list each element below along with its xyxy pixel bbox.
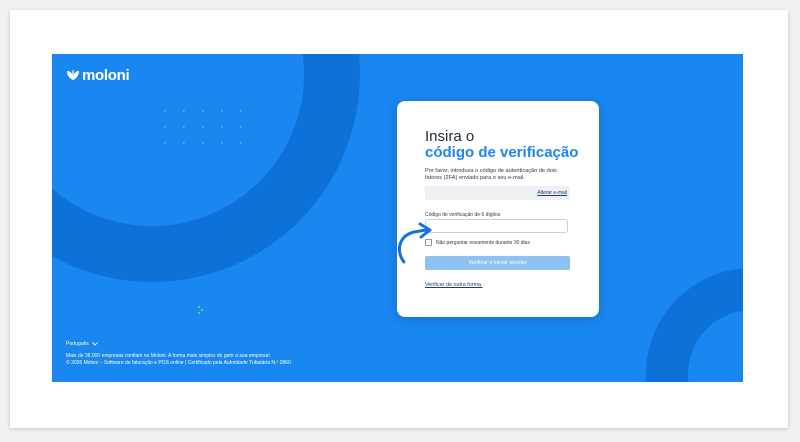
change-email-link[interactable]: Alterar e-mail bbox=[537, 190, 567, 196]
verification-code-input[interactable] bbox=[425, 219, 568, 233]
code-field-label: Código de verificação de 6 dígitos bbox=[425, 212, 501, 218]
moloni-logo: moloni bbox=[66, 66, 130, 84]
moloni-flower-icon bbox=[67, 69, 79, 80]
deco-ring-right bbox=[646, 268, 743, 382]
remember-device-row[interactable]: Não perguntar novamente durante 30 dias bbox=[425, 239, 530, 246]
footer-tagline: Mais de 38.000 empresas confiam no Molon… bbox=[66, 353, 270, 359]
verify-other-way-link[interactable]: Verificar de outra forma. bbox=[425, 282, 483, 288]
deco-ring-left bbox=[52, 54, 360, 282]
page-title-line2: código de verificação bbox=[425, 144, 579, 161]
dot-grid-decoration bbox=[164, 110, 242, 144]
remember-label: Não perguntar novamente durante 30 dias bbox=[436, 239, 530, 246]
chevron-down-icon bbox=[91, 342, 98, 346]
logo-wordmark: moloni bbox=[82, 66, 130, 84]
annotation-arrow-icon bbox=[397, 222, 432, 264]
footer-text: Mais de 38.000 empresas confiam no Molon… bbox=[66, 353, 291, 367]
verify-login-button[interactable]: Verificar e iniciar sessão bbox=[425, 256, 570, 270]
language-label: Português bbox=[66, 341, 89, 347]
verification-card: Insira o código de verificação Por favor… bbox=[397, 101, 599, 317]
language-selector[interactable]: Português bbox=[66, 341, 98, 347]
email-display-bar: Alterar e-mail bbox=[425, 186, 570, 200]
small-pattern-decoration bbox=[198, 306, 203, 314]
footer-copyright: © 2026 Moloni – Software de faturação e … bbox=[66, 360, 291, 366]
page-title-line1: Insira o bbox=[425, 128, 475, 145]
instructions-text: Por favor, introduza o código de autenti… bbox=[425, 168, 557, 181]
